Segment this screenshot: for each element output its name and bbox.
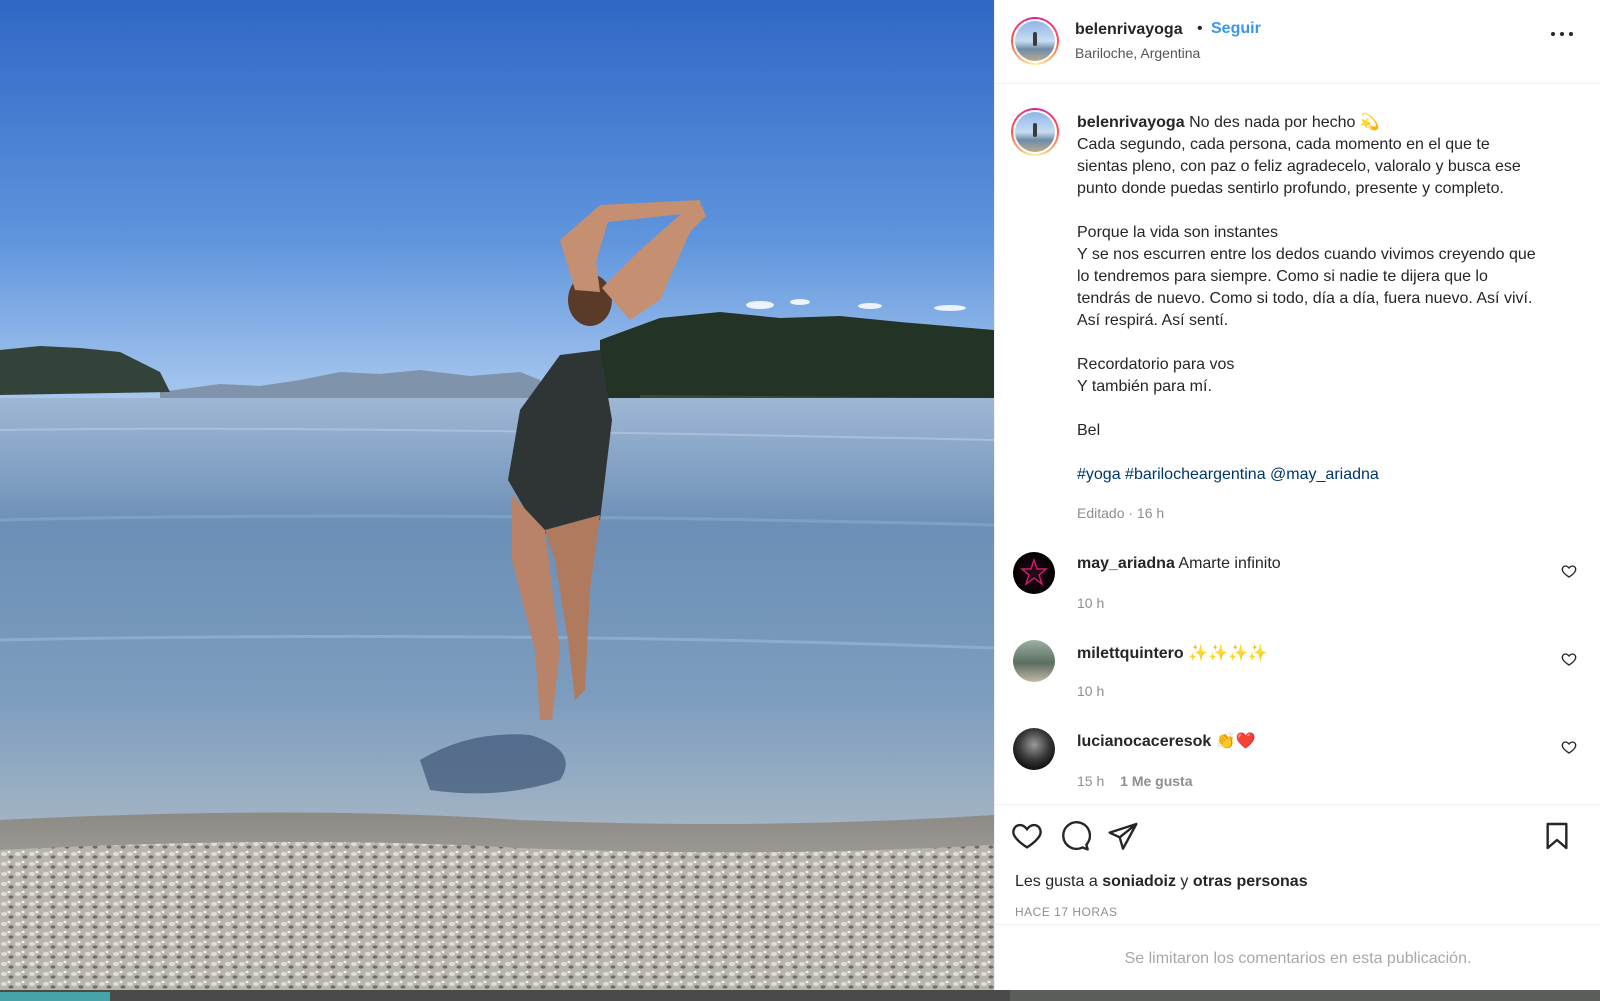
caption-username[interactable]: belenrivayoga <box>1077 114 1185 131</box>
post-detail-panel: belenrivayoga • Seguir Bariloche, Argent… <box>994 0 1600 990</box>
caption-line: Porque la vida son instantes <box>1077 224 1279 241</box>
comment-like-heart-icon[interactable] <box>1561 739 1577 755</box>
comment-item: lucianocaceresok 👏❤️ 15 h 1 Me gusta <box>995 716 1600 796</box>
commenter-avatar[interactable] <box>1013 552 1055 594</box>
post-caption: belenrivayoga No des nada por hecho 💫 Ca… <box>1077 112 1587 486</box>
commenter-avatar[interactable] <box>1013 728 1055 770</box>
strip-preview <box>1010 990 1600 1001</box>
likes-prefix: Les gusta a <box>1015 873 1098 890</box>
commenter-avatar[interactable] <box>1013 640 1055 682</box>
comment-time[interactable]: 15 h <box>1077 773 1104 789</box>
caption-emoji: 💫 <box>1359 114 1380 131</box>
comment-text: Amarte infinito <box>1178 555 1281 572</box>
more-options-icon[interactable] <box>1551 26 1575 42</box>
caption-line: Recordatorio para vos <box>1077 356 1235 373</box>
hashtag-link[interactable]: #yoga <box>1077 466 1121 483</box>
caption-signature: Bel <box>1077 422 1101 439</box>
post-age[interactable]: HACE 17 HORAS <box>1015 905 1118 919</box>
comment-meta: 10 h <box>1077 683 1104 699</box>
caption-line: tendrás de nuevo. Como si todo, día a dí… <box>1077 290 1533 307</box>
comment-time[interactable]: 10 h <box>1077 683 1104 699</box>
comment-meta: 10 h <box>1077 595 1104 611</box>
caption-line: lo tendremos para siempre. Como si nadie… <box>1077 268 1488 285</box>
post-header: belenrivayoga • Seguir Bariloche, Argent… <box>995 0 1600 84</box>
comment-item: may_ariadna Amarte infinito 10 h <box>995 540 1600 620</box>
comment-username[interactable]: milettquintero <box>1077 645 1184 662</box>
bookmark-icon[interactable] <box>1541 820 1573 852</box>
comment-time[interactable]: 10 h <box>1077 595 1104 611</box>
other-likers-link[interactable]: otras personas <box>1193 873 1308 890</box>
comment-icon[interactable] <box>1059 820 1091 852</box>
comments-divider <box>995 924 1600 925</box>
comment-username[interactable]: lucianocaceresok <box>1077 733 1211 750</box>
caption-line: Y también para mí. <box>1077 378 1212 395</box>
comment-text: 👏❤️ <box>1215 733 1256 750</box>
post-location[interactable]: Bariloche, Argentina <box>1075 45 1200 61</box>
comment-username[interactable]: may_ariadna <box>1077 555 1175 572</box>
caption-timestamp: Editado · 16 h <box>1077 505 1165 521</box>
liker-username[interactable]: soniadoiz <box>1102 873 1176 890</box>
comment-text-line: lucianocaceresok 👏❤️ <box>1077 731 1256 751</box>
caption-first-line: No des nada por hecho <box>1189 114 1356 131</box>
caption-line: Así respirá. Así sentí. <box>1077 312 1229 329</box>
hashtag-link[interactable]: #barilocheargentina <box>1125 466 1266 483</box>
actions-divider <box>995 804 1600 805</box>
likes-summary: Les gusta a soniadoiz y otras personas <box>1015 873 1308 891</box>
caption-line: Cada segundo, cada persona, cada momento… <box>1077 136 1490 153</box>
caption-line: sientas pleno, con paz o feliz agradecel… <box>1077 158 1521 175</box>
comment-like-count[interactable]: 1 Me gusta <box>1120 773 1192 789</box>
comments-limited-notice: Se limitaron los comentarios en esta pub… <box>1124 950 1472 967</box>
strip-accent <box>0 992 110 1001</box>
header-separator: • <box>1197 20 1203 37</box>
mention-link[interactable]: @may_ariadna <box>1270 466 1379 483</box>
caption-author-avatar[interactable] <box>1011 108 1059 156</box>
comment-text-line: may_ariadna Amarte infinito <box>1077 555 1281 573</box>
comment-text-line: milettquintero ✨✨✨✨ <box>1077 643 1268 663</box>
caption-line: Y se nos escurren entre los dedos cuando… <box>1077 246 1536 263</box>
comment-like-heart-icon[interactable] <box>1561 651 1577 667</box>
lake-yoga-photo <box>0 0 994 990</box>
bottom-strip <box>0 990 1600 1001</box>
comment-like-heart-icon[interactable] <box>1561 563 1577 579</box>
caption-tags: #yoga #barilocheargentina @may_ariadna <box>1077 464 1587 486</box>
follow-button[interactable]: Seguir <box>1211 20 1261 38</box>
comment-item: milettquintero ✨✨✨✨ 10 h <box>995 628 1600 708</box>
post-photo[interactable] <box>0 0 994 990</box>
send-icon[interactable] <box>1107 820 1139 852</box>
comment-text: ✨✨✨✨ <box>1188 645 1268 662</box>
comment-meta: 15 h 1 Me gusta <box>1077 773 1193 789</box>
author-username[interactable]: belenrivayoga <box>1075 21 1183 39</box>
likes-connector: y <box>1180 873 1189 890</box>
author-avatar[interactable] <box>1011 17 1059 65</box>
heart-icon[interactable] <box>1011 820 1043 852</box>
caption-line: punto donde puedas sentirlo profundo, pr… <box>1077 180 1504 197</box>
